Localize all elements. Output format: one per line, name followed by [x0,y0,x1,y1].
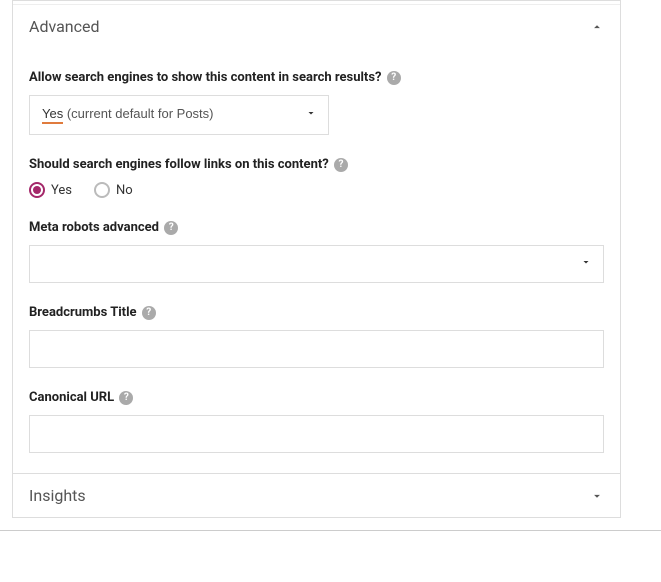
breadcrumbs-label: Breadcrumbs Title ? [29,305,604,320]
follow-links-yes-label: Yes [51,183,72,198]
help-icon[interactable]: ? [387,71,401,85]
meta-robots-label: Meta robots advanced ? [29,220,604,235]
follow-links-radio-no[interactable]: No [94,182,133,198]
allow-search-select[interactable]: Yes (current default for Posts) [29,95,329,135]
help-icon[interactable]: ? [142,306,156,320]
radio-visual-checked [29,182,45,198]
allow-search-value-yes: Yes [42,106,63,124]
follow-links-no-label: No [116,183,133,198]
allow-search-value-suffix: (current default for Posts) [63,106,213,121]
insights-title: Insights [29,486,86,505]
insights-section-header[interactable]: Insights [13,474,620,517]
advanced-section-body: Allow search engines to show this conten… [13,70,620,473]
canonical-label: Canonical URL ? [29,390,604,405]
meta-robots-select-wrap [29,245,604,283]
advanced-title: Advanced [29,17,100,36]
follow-links-radio-group: Yes No [29,182,604,198]
help-icon[interactable]: ? [119,391,133,405]
chevron-down-icon [590,489,604,503]
allow-search-select-wrap: Yes (current default for Posts) [29,95,329,135]
breadcrumbs-input[interactable] [29,330,604,368]
follow-links-radio-yes[interactable]: Yes [29,182,72,198]
follow-links-label: Should search engines follow links on th… [29,157,604,172]
help-icon[interactable]: ? [334,158,348,172]
advanced-section-header[interactable]: Advanced [13,5,620,48]
radio-visual-unchecked [94,182,110,198]
meta-robots-select[interactable] [29,245,604,283]
canonical-input[interactable] [29,415,604,453]
allow-search-label: Allow search engines to show this conten… [29,70,604,85]
help-icon[interactable]: ? [164,221,178,235]
chevron-up-icon [590,20,604,34]
